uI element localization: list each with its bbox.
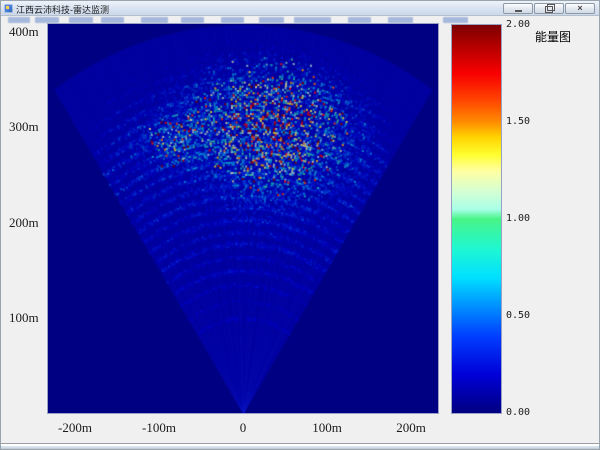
window-title: 江西云沛科技-雷达监测 bbox=[16, 3, 109, 16]
x-axis-tick-label: -200m bbox=[45, 420, 105, 436]
x-axis-tick-label: -100m bbox=[129, 420, 189, 436]
colorbar-tick-label: 2.00 bbox=[506, 19, 550, 30]
x-axis-tick-label: 0 bbox=[213, 420, 273, 436]
app-window: 江西云沛科技-雷达监测 × 能量图 400m 300m 200m 100m -200m -… bbox=[0, 0, 600, 450]
y-axis-tick-label: 300m bbox=[9, 119, 45, 135]
y-axis-tick-label: 200m bbox=[9, 215, 45, 231]
colorbar-title: 能量图 bbox=[535, 28, 571, 45]
app-icon bbox=[4, 4, 13, 13]
window-controls: × bbox=[503, 3, 595, 14]
menu-item[interactable] bbox=[443, 17, 468, 23]
colorbar-tick-label: 0.00 bbox=[506, 407, 550, 418]
menu-item[interactable] bbox=[8, 17, 30, 23]
colorbar-tick-label: 1.00 bbox=[506, 213, 550, 224]
restore-button[interactable] bbox=[534, 3, 564, 14]
x-axis-tick-label: 100m bbox=[297, 420, 357, 436]
window-bottom-edge bbox=[1, 443, 599, 449]
title-bar[interactable]: 江西云沛科技-雷达监测 × bbox=[1, 1, 599, 16]
colorbar-tick-label: 0.50 bbox=[506, 310, 550, 321]
y-axis-tick-label: 400m bbox=[9, 24, 45, 40]
radar-plot bbox=[47, 23, 439, 414]
y-axis-tick-label: 100m bbox=[9, 310, 45, 326]
restore-icon bbox=[545, 6, 553, 13]
close-button[interactable]: × bbox=[565, 3, 595, 14]
close-icon: × bbox=[577, 4, 582, 13]
radar-energy-heatmap bbox=[48, 24, 438, 413]
minimize-icon bbox=[515, 10, 522, 12]
x-axis-tick-label: 200m bbox=[381, 420, 441, 436]
colorbar-tick-label: 1.50 bbox=[506, 116, 550, 127]
minimize-button[interactable] bbox=[503, 3, 533, 14]
colorbar bbox=[451, 24, 502, 414]
